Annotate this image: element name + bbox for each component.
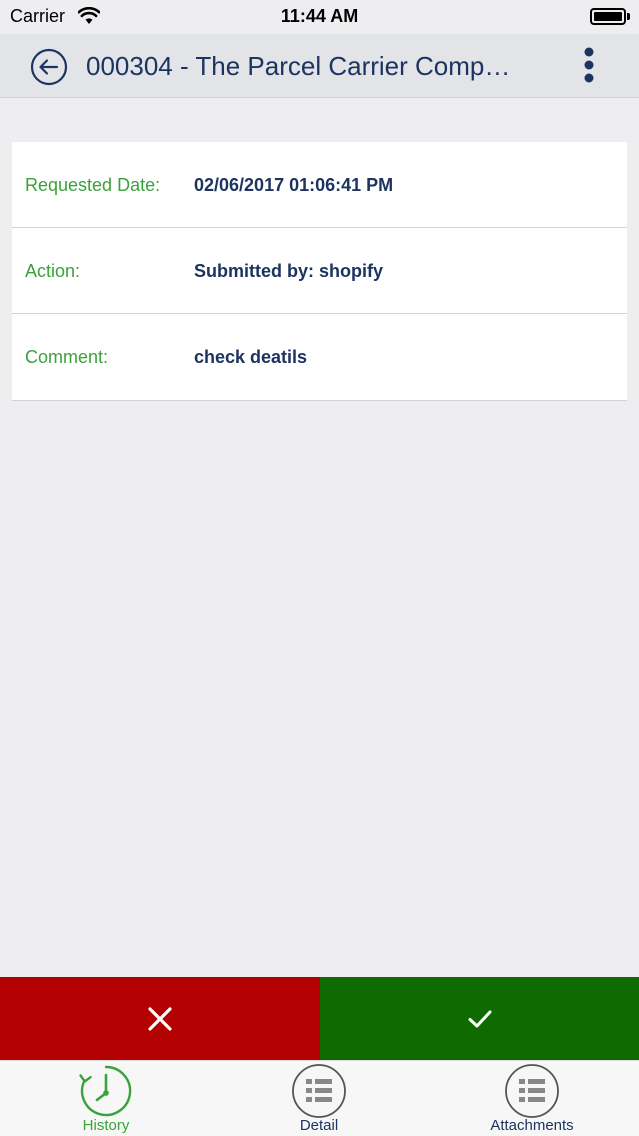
tab-bar: History Detail Attachments xyxy=(0,1060,639,1136)
tab-history-label: History xyxy=(82,1117,130,1134)
clock-icon xyxy=(79,1065,132,1117)
close-icon xyxy=(148,1006,172,1031)
requested-date-value: 02/06/2017 01:06:41 PM xyxy=(194,175,394,195)
reject-button[interactable] xyxy=(0,977,320,1060)
action-value: Submitted by: shopify xyxy=(194,261,383,281)
tab-attachments[interactable]: Attachments xyxy=(472,1061,592,1136)
tab-attachments-label: Attachments xyxy=(490,1117,574,1134)
action-label: Action: xyxy=(25,261,81,281)
clock-time: 11:44 AM xyxy=(280,6,359,26)
status-bar: Carrier 11:44 AM xyxy=(0,0,639,34)
list-icon xyxy=(505,1064,559,1118)
tab-detail[interactable]: Detail xyxy=(279,1061,359,1136)
history-row-action: Action: Submitted by: shopify xyxy=(12,228,627,314)
nav-bar: 000304 - The Parcel Carrier Comp… xyxy=(0,34,639,98)
back-button[interactable] xyxy=(30,48,68,86)
page-title: 000304 - The Parcel Carrier Comp… xyxy=(86,51,511,81)
battery-icon xyxy=(590,8,630,25)
checkmark-icon xyxy=(468,1010,491,1027)
requested-date-label: Requested Date: xyxy=(25,175,161,195)
tab-detail-label: Detail xyxy=(299,1117,339,1134)
list-icon xyxy=(292,1064,346,1118)
comment-value: check deatils xyxy=(194,347,308,367)
comment-label: Comment: xyxy=(25,347,109,367)
approve-button[interactable] xyxy=(320,977,639,1060)
history-card: Requested Date: 02/06/2017 01:06:41 PM A… xyxy=(12,142,627,401)
more-options-icon[interactable] xyxy=(578,46,600,86)
history-row-requested-date: Requested Date: 02/06/2017 01:06:41 PM xyxy=(12,142,627,228)
tab-history[interactable]: History xyxy=(66,1061,146,1136)
history-row-comment: Comment: check deatils xyxy=(12,314,627,400)
